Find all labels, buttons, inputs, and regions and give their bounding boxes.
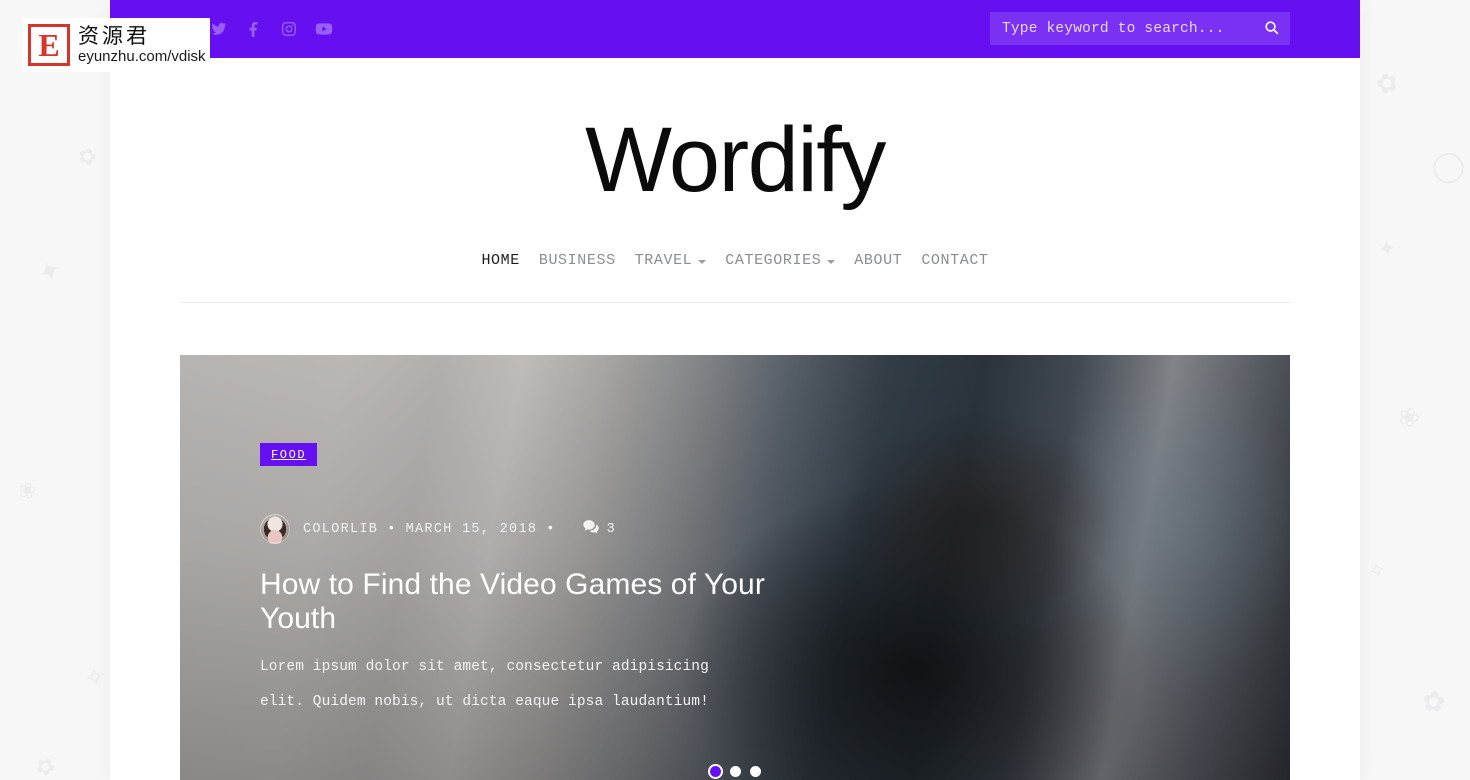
nav-item-categories[interactable]: CATEGORIES xyxy=(725,252,836,269)
nav-item-home[interactable]: HOME xyxy=(481,252,519,269)
search-button[interactable] xyxy=(1252,12,1290,45)
chevron-down-icon xyxy=(698,259,707,264)
meta-separator: • xyxy=(387,521,397,537)
post-author[interactable]: COLORLIB xyxy=(303,522,378,537)
nav-item-about[interactable]: ABOUT xyxy=(854,252,902,269)
carousel-dot-3[interactable] xyxy=(749,766,761,777)
hero-excerpt: Lorem ipsum dolor sit amet, consectetur … xyxy=(260,659,709,710)
bg-glyph: ✿ xyxy=(74,141,101,172)
bg-glyph: ✦ xyxy=(1376,234,1399,263)
search-input[interactable] xyxy=(990,12,1252,45)
page-title: Wordify xyxy=(110,104,1360,216)
watermark-overlay: E 资源君 eyunzhu.com/vdisk xyxy=(22,18,210,72)
post-meta: COLORLIB • MARCH 15, 2018 • 3 xyxy=(260,514,820,544)
comment-icon xyxy=(582,519,599,539)
nav-item-label: ABOUT xyxy=(854,252,903,269)
facebook-icon[interactable] xyxy=(245,19,263,39)
bg-glyph: ✧ xyxy=(81,660,109,694)
avatar xyxy=(260,514,290,544)
chevron-down-icon xyxy=(827,259,836,264)
twitter-icon[interactable] xyxy=(210,19,228,39)
nav-item-label: BUSINESS xyxy=(538,252,616,269)
hero-post-title: How to Find the Video Games of Your Yout… xyxy=(260,568,820,636)
nav-item-label: HOME xyxy=(481,252,520,269)
carousel-dot-2[interactable] xyxy=(729,766,741,777)
bg-glyph: ✧ xyxy=(1364,555,1390,586)
watermark-name: 资源君 xyxy=(78,24,150,48)
main-nav: HOME BUSINESS TRAVEL CATEGORIES ABOUT CO… xyxy=(110,252,1360,269)
nav-item-travel[interactable]: TRAVEL xyxy=(635,252,707,269)
carousel-dots xyxy=(180,766,1290,777)
search-form[interactable] xyxy=(990,12,1290,45)
bg-glyph: ✿ xyxy=(1420,684,1448,719)
hero-content: FOOD COLORLIB • MARCH 15, 2018 • 3 How t… xyxy=(260,443,820,719)
bg-glyph: ◯ xyxy=(1428,146,1470,187)
search-icon xyxy=(1264,20,1279,38)
nav-item-label: TRAVEL xyxy=(634,252,693,269)
bg-glyph: ❀ xyxy=(16,476,39,505)
social-links xyxy=(210,0,333,58)
category-badge[interactable]: FOOD xyxy=(260,443,318,466)
post-date: MARCH 15, 2018 xyxy=(405,521,538,537)
nav-item-label: CONTACT xyxy=(921,252,989,269)
carousel-dot-1[interactable] xyxy=(709,766,721,777)
nav-divider xyxy=(180,302,1290,303)
youtube-icon[interactable] xyxy=(315,19,333,39)
nav-item-contact[interactable]: CONTACT xyxy=(921,252,988,269)
brand-link[interactable]: Wordify xyxy=(585,109,886,211)
bg-glyph: ❀ xyxy=(1393,399,1425,435)
nav-item-business[interactable]: BUSINESS xyxy=(539,252,616,269)
page-root: ✿ ✦ ❀ ✧ ✿ ✿ ◯ ✦ ❀ ✧ ✿ Type keyword to se… xyxy=(0,0,1470,780)
top-bar xyxy=(110,0,1360,58)
bg-glyph: ✦ xyxy=(32,252,67,291)
hero-post-link[interactable]: How to Find the Video Games of Your Yout… xyxy=(260,568,765,635)
nav-item-label: CATEGORIES xyxy=(725,252,822,269)
meta-separator: • xyxy=(546,521,556,537)
hero-slider[interactable]: FOOD COLORLIB • MARCH 15, 2018 • 3 How t… xyxy=(180,355,1290,780)
bg-glyph: ✿ xyxy=(31,751,60,780)
instagram-icon[interactable] xyxy=(280,19,298,39)
watermark-url: eyunzhu.com/vdisk xyxy=(78,48,206,65)
comment-count-value: 3 xyxy=(606,521,617,537)
watermark-logo: E xyxy=(28,24,70,66)
comment-count[interactable]: 3 xyxy=(582,519,617,539)
bg-glyph: ✿ xyxy=(1371,65,1402,101)
